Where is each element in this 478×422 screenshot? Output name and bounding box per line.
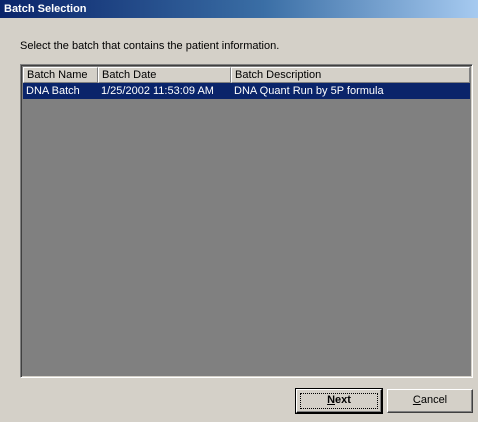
cell-batch-name: DNA Batch [26,85,80,97]
column-header-batch-date[interactable]: Batch Date [98,67,231,83]
column-header-batch-name[interactable]: Batch Name [23,67,98,83]
window-title: Batch Selection [4,3,87,15]
batch-selection-dialog: Batch Selection Select the batch that co… [0,0,478,422]
next-label-rest: ext [335,394,351,406]
next-button[interactable]: Next [295,388,383,414]
column-header-row: Batch Name Batch Date Batch Description [23,67,470,83]
column-header-batch-description[interactable]: Batch Description [231,67,470,83]
cancel-label-rest: ancel [420,394,448,406]
instruction-text: Select the batch that contains the patie… [20,40,280,52]
cell-batch-description: DNA Quant Run by 5P formula [234,85,384,97]
title-bar: Batch Selection [0,0,478,18]
cell-batch-date: 1/25/2002 11:53:09 AM [101,85,214,97]
next-mnemonic: N [327,394,336,406]
table-row[interactable]: DNA Batch 1/25/2002 11:53:09 AM DNA Quan… [23,83,470,99]
cancel-button[interactable]: Cancel [387,389,473,413]
cancel-mnemonic: C [412,394,421,406]
batch-list[interactable]: Batch Name Batch Date Batch Description … [20,64,473,378]
